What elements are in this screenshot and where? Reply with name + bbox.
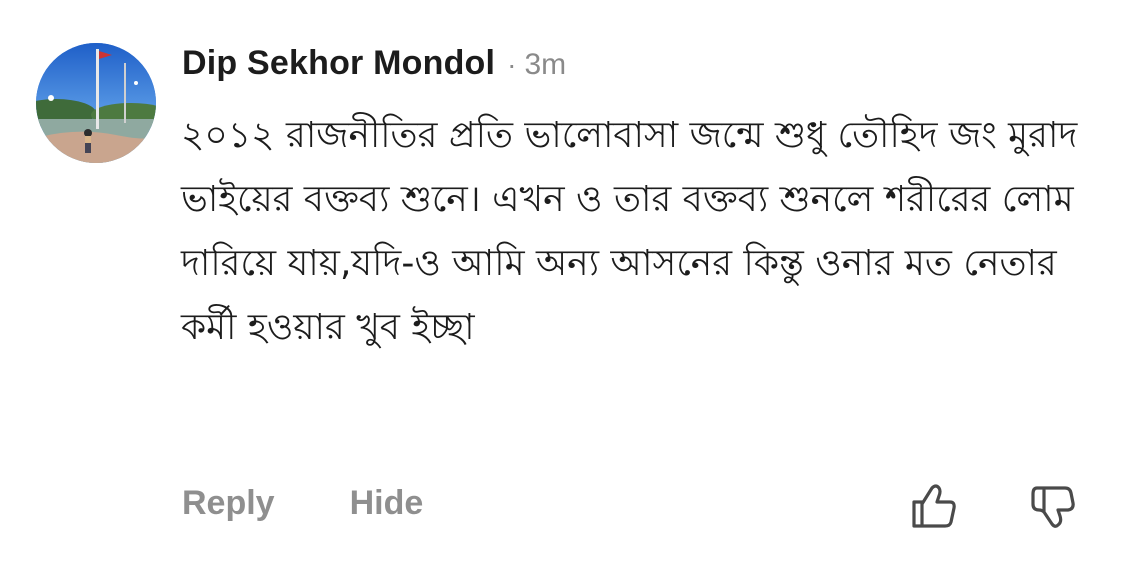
comment-header: Dip Sekhor Mondol · 3m bbox=[182, 44, 566, 92]
comment-actions: Reply Hide bbox=[182, 484, 423, 523]
thumbs-down-icon bbox=[1031, 486, 1075, 528]
avatar[interactable] bbox=[36, 43, 156, 163]
thumbs-up-icon bbox=[912, 484, 956, 528]
downvote-button[interactable] bbox=[1024, 478, 1080, 534]
hide-button[interactable]: Hide bbox=[350, 484, 424, 523]
comment: Dip Sekhor Mondol · 3m ২০১২ রাজনীতির প্র… bbox=[0, 0, 1126, 580]
avatar-photo bbox=[36, 43, 156, 163]
upvote-button[interactable] bbox=[905, 478, 961, 534]
author-name[interactable]: Dip Sekhor Mondol bbox=[182, 44, 495, 83]
reply-button[interactable]: Reply bbox=[182, 484, 275, 523]
separator-dot: · bbox=[507, 49, 517, 80]
timestamp: 3m bbox=[524, 48, 567, 81]
comment-text: ২০১২ রাজনীতির প্রতি ভালোবাসা জন্মে শুধু … bbox=[181, 115, 1078, 348]
